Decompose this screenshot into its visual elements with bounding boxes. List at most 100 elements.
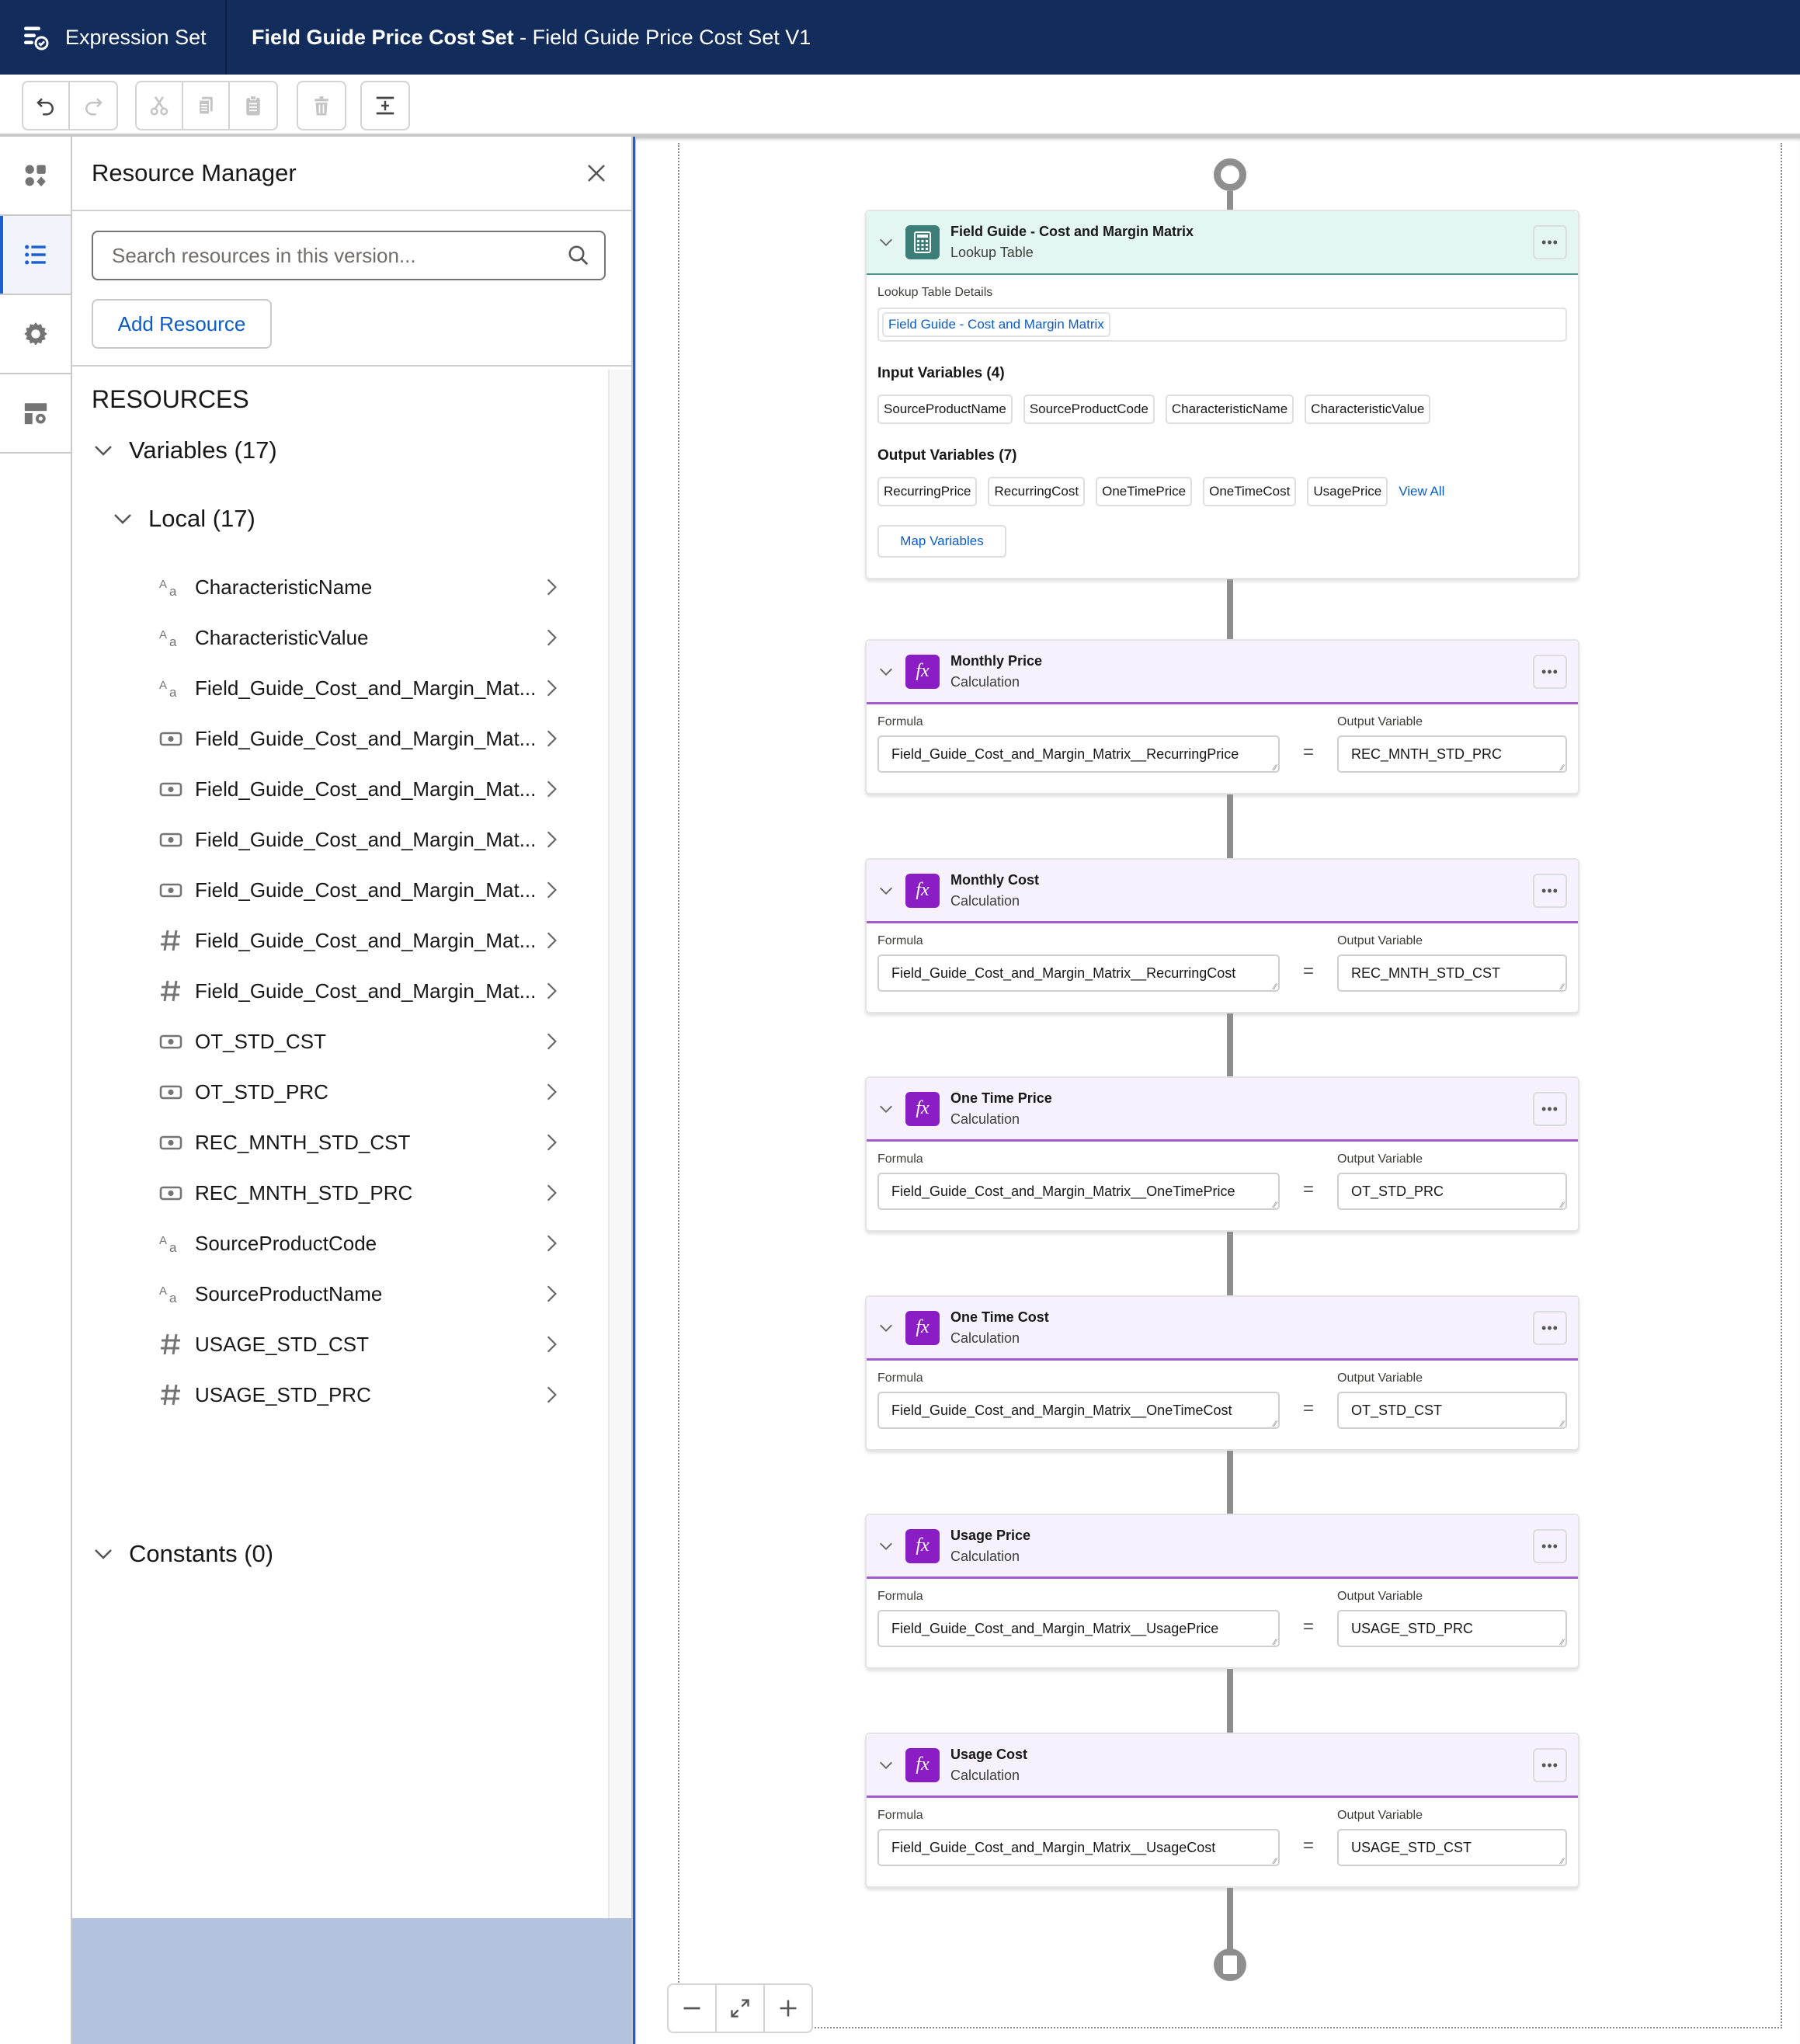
card-menu-button[interactable]: ••• [1533,874,1567,908]
rail-item-layout-settings[interactable] [0,374,71,454]
card-menu-button[interactable]: ••• [1533,225,1567,259]
chevron-down-icon[interactable] [877,1100,895,1118]
output-variable-field[interactable]: OT_STD_PRC [1337,1173,1567,1210]
fit-view-button[interactable] [717,1985,765,2032]
chevron-right-icon [547,831,557,848]
variable-item[interactable]: Aa CharacteristicName [158,568,561,607]
calculation-card[interactable]: fx Monthly Cost Calculation ••• Formula Field… [865,858,1579,1013]
calculation-card[interactable]: fx One Time Cost Calculation ••• Formula Fiel… [865,1295,1579,1451]
chevron-down-icon[interactable] [877,1757,895,1774]
chevron-down-icon[interactable] [877,663,895,680]
chevron-right-icon [547,579,557,596]
formula-field[interactable]: Field_Guide_Cost_and_Margin_Matrix__Usag… [877,1829,1280,1866]
variable-item[interactable]: OT_STD_PRC [158,1072,561,1111]
variable-item[interactable]: USAGE_STD_PRC [158,1375,561,1414]
currency-type-icon [158,1079,184,1105]
output-variable-field[interactable]: USAGE_STD_PRC [1337,1610,1567,1647]
variable-name: REC_MNTH_STD_PRC [195,1180,413,1204]
variable-item[interactable]: Aa CharacteristicValue [158,618,561,657]
variable-name: Field_Guide_Cost_and_Margin_Mat... [195,777,537,801]
redo-button[interactable] [70,82,116,129]
calculation-card[interactable]: fx Usage Cost Calculation ••• Formula Field_G… [865,1733,1579,1888]
variable-item[interactable]: OT_STD_CST [158,1022,561,1061]
variable-item[interactable]: REC_MNTH_STD_PRC [158,1173,561,1212]
variable-item[interactable]: Field_Guide_Cost_and_Margin_Mat... [158,921,561,960]
rail-item-resources[interactable] [0,216,71,295]
start-node[interactable] [1214,158,1246,191]
chevron-down-icon[interactable] [877,882,895,899]
variables-group-toggle[interactable]: Variables (17) [92,436,277,464]
formula-icon: fx [905,1091,940,1126]
variable-item[interactable]: Aa SourceProductName [158,1274,561,1313]
variable-item[interactable]: USAGE_STD_CST [158,1325,561,1364]
lookup-details-field[interactable]: Field Guide - Cost and Margin Matrix [877,308,1567,342]
card-menu-button[interactable]: ••• [1533,1311,1567,1345]
cut-button[interactable] [137,82,183,129]
add-resource-button[interactable]: Add Resource [92,299,272,349]
rail-item-elements[interactable] [0,137,71,216]
auto-layout-icon [376,96,394,115]
lookup-table-pill[interactable]: Field Guide - Cost and Margin Matrix [882,312,1110,337]
chevron-right-icon [547,629,557,646]
copy-button[interactable] [183,82,230,129]
variable-item[interactable]: Field_Guide_Cost_and_Margin_Mat... [158,719,561,758]
chevron-right-icon [547,1134,557,1151]
history-group [22,81,118,130]
output-variable-field[interactable]: REC_MNTH_STD_PRC [1337,735,1567,773]
card-menu-button[interactable]: ••• [1533,1748,1567,1782]
calculation-title: Usage Cost [950,1746,1028,1762]
search-input[interactable] [112,243,547,268]
zoom-in-button[interactable] [765,1985,811,2032]
card-menu-button[interactable]: ••• [1533,655,1567,689]
equals-sign: = [1302,1398,1314,1419]
calculation-card[interactable]: fx One Time Price Calculation ••• Formula Fie… [865,1076,1579,1232]
card-menu-button[interactable]: ••• [1533,1092,1567,1126]
variable-item[interactable]: Field_Guide_Cost_and_Margin_Mat... [158,820,561,859]
card-menu-button[interactable]: ••• [1533,1529,1567,1563]
variable-item[interactable]: Field_Guide_Cost_and_Margin_Mat... [158,871,561,909]
zoom-out-button[interactable] [669,1985,717,2032]
constants-group-toggle[interactable]: Constants (0) [92,1540,273,1568]
output-variables-title: Output Variables (7) [877,447,1017,464]
output-variable-field[interactable]: OT_STD_CST [1337,1392,1567,1429]
lookup-table-card[interactable]: Field Guide - Cost and Margin Matrix Loo… [865,210,1579,579]
variable-item[interactable]: Aa Field_Guide_Cost_and_Margin_Mat... [158,669,561,707]
output-variable-field[interactable]: REC_MNTH_STD_CST [1337,954,1567,992]
auto-layout-button[interactable] [362,82,408,129]
variable-name: Field_Guide_Cost_and_Margin_Mat... [195,928,537,952]
close-icon[interactable] [585,162,608,185]
chevron-down-icon[interactable] [877,234,895,251]
panel-title: Resource Manager [92,159,297,186]
formula-field[interactable]: Field_Guide_Cost_and_Margin_Matrix__Recu… [877,954,1280,992]
formula-field[interactable]: Field_Guide_Cost_and_Margin_Matrix__Usag… [877,1610,1280,1647]
formula-field[interactable]: Field_Guide_Cost_and_Margin_Matrix__OneT… [877,1392,1280,1429]
view-all-link[interactable]: View All [1399,484,1444,499]
svg-text:A: A [159,1284,167,1298]
local-group-toggle[interactable]: Local (17) [111,505,255,533]
calculation-card[interactable]: fx Usage Price Calculation ••• Formula Field_… [865,1514,1579,1669]
chevron-down-icon[interactable] [877,1319,895,1337]
currency-type-icon [158,826,184,853]
output-variable-field[interactable]: USAGE_STD_CST [1337,1829,1567,1866]
search-icon[interactable] [567,244,590,267]
chevron-down-icon[interactable] [877,1538,895,1555]
formula-field[interactable]: Field_Guide_Cost_and_Margin_Matrix__OneT… [877,1173,1280,1210]
calculation-title: One Time Price [950,1090,1052,1106]
variable-item[interactable]: Field_Guide_Cost_and_Margin_Mat... [158,770,561,808]
scrollbar[interactable] [608,370,631,1918]
app-launcher[interactable]: Expression Set [0,0,227,75]
map-variables-button[interactable]: Map Variables [877,525,1006,558]
variable-item[interactable]: Field_Guide_Cost_and_Margin_Mat... [158,972,561,1010]
delete-button[interactable] [298,82,345,129]
end-node[interactable] [1214,1948,1246,1981]
variable-item[interactable]: REC_MNTH_STD_CST [158,1123,561,1162]
formula-field[interactable]: Field_Guide_Cost_and_Margin_Matrix__Recu… [877,735,1280,773]
variable-name: Field_Guide_Cost_and_Margin_Mat... [195,827,537,851]
rail-item-settings[interactable] [0,295,71,374]
paste-button[interactable] [230,82,276,129]
calculation-card[interactable]: fx Monthly Price Calculation ••• Formula Fiel… [865,639,1579,794]
lookup-card-subtitle: Lookup Table [950,245,1034,260]
calculation-card-header: fx Usage Price Calculation ••• [867,1515,1578,1579]
undo-button[interactable] [23,82,70,129]
variable-item[interactable]: Aa SourceProductCode [158,1224,561,1263]
